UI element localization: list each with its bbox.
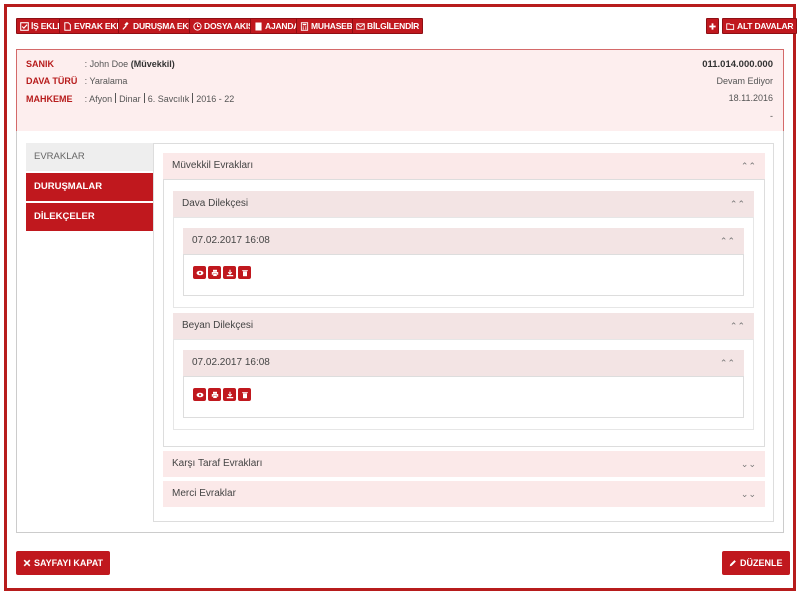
chevron-down-icon: ⌄⌄ — [740, 459, 756, 469]
dava-turu-label: DAVA TÜRÜ — [26, 76, 78, 86]
beyan-dilekcesi-header[interactable]: Beyan Dilekçesi ⌃⌃ — [173, 313, 754, 339]
close-icon — [23, 559, 31, 567]
view-button[interactable] — [193, 388, 206, 401]
chevron-up-icon: ⌃⌃ — [719, 358, 735, 368]
dava-turu-row: DAVA TÜRÜ : Yaralama — [26, 76, 127, 87]
bilgilendir-label: BİLGİLENDİR — [367, 21, 420, 31]
book-icon — [255, 22, 262, 30]
sidebar-item-evraklar[interactable]: EVRAKLAR — [26, 143, 154, 171]
beyan-dilekcesi-title: Beyan Dilekçesi — [182, 320, 254, 331]
view-button[interactable] — [193, 266, 206, 279]
sidebar-item-durusmalar[interactable]: DURUŞMALAR — [26, 173, 154, 201]
trash-icon — [241, 269, 248, 276]
mahkeme-value: : Afyon Dinar 6. Savcılık 2016 - 22 — [84, 93, 235, 104]
chevron-up-icon: ⌃⌃ — [740, 161, 756, 171]
separator — [115, 93, 117, 103]
check-square-icon — [20, 21, 29, 31]
dava-turu-value: : Yaralama — [84, 76, 128, 86]
beyan-dilekcesi-actions — [193, 388, 251, 401]
delete-button[interactable] — [238, 266, 251, 279]
sanik-name: John Doe — [89, 59, 129, 69]
chevron-up-icon: ⌃⌃ — [729, 199, 745, 209]
file-number: 011.014.000.000 — [702, 59, 773, 70]
gavel-icon — [122, 21, 129, 30]
close-page-label: SAYFAYI KAPAT — [34, 558, 104, 568]
chevron-up-icon: ⌃⌃ — [719, 236, 735, 246]
dava-dilekcesi-entry-body — [183, 254, 744, 296]
separator — [143, 93, 145, 103]
folder-open-icon — [726, 22, 735, 30]
dava-dilekcesi-entry-header[interactable]: 07.02.2017 16:08 ⌃⌃ — [183, 228, 744, 254]
print-icon — [211, 391, 218, 398]
separator — [192, 93, 194, 103]
mahkeme-file: 2016 - 22 — [196, 94, 235, 104]
merci-evraklar-title: Merci Evraklar — [172, 488, 236, 499]
beyan-dilekcesi-entry-body — [183, 376, 744, 418]
ajanda-label: AJANDA — [265, 21, 300, 31]
mahkeme-label: MAHKEME — [26, 94, 73, 104]
case-extra: - — [770, 111, 773, 121]
muvekkil-evraklari-header[interactable]: Müvekkil Evrakları ⌃⌃ — [163, 153, 765, 179]
karsi-taraf-evraklari-title: Karşı Taraf Evrakları — [172, 458, 263, 469]
karsi-taraf-evraklari-header[interactable]: Karşı Taraf Evrakları ⌄⌄ — [163, 451, 765, 477]
edit-label: DÜZENLE — [740, 558, 783, 568]
sanik-label: SANIK — [26, 59, 55, 69]
dava-dilekcesi-actions — [193, 266, 251, 279]
clock-icon — [193, 21, 202, 31]
dava-dilekcesi-date: 07.02.2017 16:08 — [192, 235, 270, 246]
pencil-icon — [729, 560, 736, 567]
delete-button[interactable] — [238, 388, 251, 401]
chevron-down-icon: ⌄⌄ — [740, 489, 756, 499]
mahkeme-row: MAHKEME : Afyon Dinar 6. Savcılık 2016 - 22 — [26, 93, 234, 105]
download-button[interactable] — [223, 266, 236, 279]
beyan-dilekcesi-entry-header[interactable]: 07.02.2017 16:08 ⌃⌃ — [183, 350, 744, 376]
case-status: Devam Ediyor — [716, 76, 773, 86]
edit-button[interactable]: DÜZENLE — [722, 551, 790, 575]
print-button[interactable] — [208, 388, 221, 401]
case-info-panel: SANIK : John Doe (Müvekkil) DAVA TÜRÜ : … — [16, 49, 784, 132]
sanik-value: : John Doe (Müvekkil) — [84, 59, 175, 69]
muvekkil-evraklari-title: Müvekkil Evrakları — [172, 160, 254, 171]
sidebar: EVRAKLAR DURUŞMALAR DİLEKÇELER — [26, 143, 154, 233]
mahkeme-city: Afyon — [89, 94, 113, 104]
eye-icon — [196, 270, 203, 275]
print-icon — [211, 269, 218, 276]
merci-evraklar-header[interactable]: Merci Evraklar ⌄⌄ — [163, 481, 765, 507]
print-button[interactable] — [208, 266, 221, 279]
download-icon — [226, 269, 233, 276]
plus-icon — [709, 22, 716, 30]
bilgilendir-button[interactable]: BİLGİLENDİR — [352, 18, 424, 34]
dava-dilekcesi-title: Dava Dilekçesi — [182, 198, 249, 209]
muhasebe-label: MUHASEBE — [311, 21, 359, 31]
sidebar-item-dilekceler[interactable]: DİLEKÇELER — [26, 203, 154, 231]
calculator-icon — [300, 21, 309, 31]
trash-icon — [241, 391, 248, 398]
beyan-dilekcesi-date: 07.02.2017 16:08 — [192, 357, 270, 368]
alt-davalar-label: ALT DAVALAR — [737, 21, 794, 31]
close-page-button[interactable]: SAYFAYI KAPAT — [16, 551, 111, 575]
eye-icon — [196, 392, 203, 397]
sanik-role: (Müvekkil) — [130, 59, 175, 69]
mahkeme-court: 6. Savcılık — [147, 94, 190, 104]
dava-dilekcesi-header[interactable]: Dava Dilekçesi ⌃⌃ — [173, 191, 754, 217]
is-ekle-label: İŞ EKLE — [31, 21, 63, 31]
dosya-akisi-label: DOSYA AKIŞI — [204, 21, 256, 31]
chevron-up-icon: ⌃⌃ — [729, 321, 745, 331]
dava-turu-text: Yaralama — [89, 76, 128, 86]
mahkeme-district: Dinar — [119, 94, 141, 104]
envelope-icon — [356, 22, 365, 30]
alt-davalar-button[interactable]: ALT DAVALAR — [722, 18, 798, 34]
add-button[interactable] — [706, 18, 719, 34]
documents-panel: Müvekkil Evrakları ⌃⌃ Dava Dilekçesi ⌃⌃ … — [153, 143, 774, 522]
download-button[interactable] — [223, 388, 236, 401]
case-date: 18.11.2016 — [728, 93, 773, 103]
download-icon — [226, 391, 233, 398]
file-icon — [64, 21, 71, 31]
sanik-row: SANIK : John Doe (Müvekkil) — [26, 59, 175, 70]
